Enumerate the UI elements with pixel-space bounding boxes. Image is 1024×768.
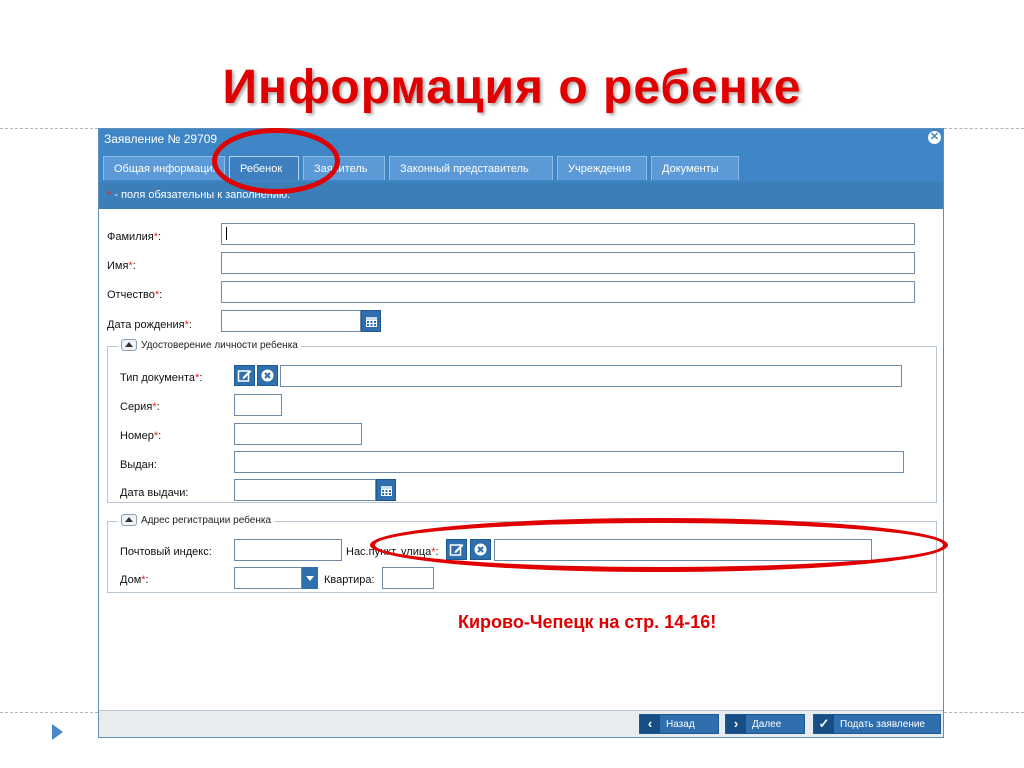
issued-by-input[interactable] bbox=[234, 451, 904, 473]
collapse-icon[interactable] bbox=[121, 514, 137, 526]
divider-bottom-left bbox=[0, 712, 98, 713]
house-select[interactable] bbox=[234, 567, 302, 589]
patronymic-label: Отчество*: bbox=[107, 289, 163, 301]
calendar-icon[interactable] bbox=[376, 479, 396, 501]
address-fieldset: Адрес регистрации ребенка Почтовый индек… bbox=[107, 514, 937, 593]
divider-right bbox=[944, 128, 1024, 129]
number-input[interactable] bbox=[234, 423, 362, 445]
tab-child[interactable]: Ребенок bbox=[229, 156, 299, 180]
chevron-down-icon[interactable] bbox=[302, 567, 318, 589]
dialog-footer: ‹ Назад › Далее ✓ Подать заявление bbox=[99, 710, 943, 737]
tab-applicant[interactable]: Заявитель bbox=[303, 156, 385, 180]
slide-title: Информация о ребенке bbox=[222, 61, 802, 114]
identity-fieldset: Удостоверение личности ребенка Тип докум… bbox=[107, 339, 937, 503]
slide-bullet-icon bbox=[52, 724, 63, 740]
chevron-right-icon: › bbox=[726, 715, 746, 733]
required-star: * bbox=[107, 189, 112, 201]
dialog-title-bar: Заявление № 29709 ✕ bbox=[99, 129, 943, 149]
address-legend[interactable]: Адрес регистрации ребенка bbox=[118, 514, 275, 526]
required-note-text: - поля обязательны к заполнению. bbox=[114, 189, 291, 201]
birthdate-input[interactable] bbox=[221, 310, 361, 332]
collapse-icon[interactable] bbox=[121, 339, 137, 351]
tab-general-info[interactable]: Общая информация bbox=[103, 156, 225, 180]
dialog-title: Заявление № 29709 bbox=[104, 132, 218, 146]
postal-code-input[interactable] bbox=[234, 539, 342, 561]
calendar-icon[interactable] bbox=[361, 310, 381, 332]
apartment-input[interactable] bbox=[382, 567, 434, 589]
name-label: Имя*: bbox=[107, 260, 136, 272]
slide-note: Кирово-Чепецк на стр. 14-16! bbox=[458, 612, 717, 632]
surname-label: Фамилия*: bbox=[107, 231, 162, 243]
application-dialog: Заявление № 29709 ✕ Общая информация Реб… bbox=[98, 128, 944, 738]
locality-input[interactable] bbox=[494, 539, 872, 561]
issue-date-label: Дата выдачи: bbox=[120, 487, 189, 499]
next-button[interactable]: › Далее bbox=[725, 714, 805, 734]
submit-button[interactable]: ✓ Подать заявление bbox=[813, 714, 941, 734]
identity-legend[interactable]: Удостоверение личности ребенка bbox=[118, 339, 301, 351]
issue-date-input[interactable] bbox=[234, 479, 376, 501]
chevron-left-icon: ‹ bbox=[640, 715, 660, 733]
divider-left bbox=[0, 128, 98, 129]
postal-code-label: Почтовый индекс: bbox=[120, 546, 212, 558]
tab-institutions[interactable]: Учреждения bbox=[557, 156, 647, 180]
check-circle-icon: ✓ bbox=[814, 715, 834, 733]
clear-icon[interactable] bbox=[257, 365, 278, 386]
back-button[interactable]: ‹ Назад bbox=[639, 714, 719, 734]
name-input[interactable] bbox=[221, 252, 915, 274]
surname-input[interactable] bbox=[221, 223, 915, 245]
edit-icon[interactable] bbox=[234, 365, 255, 386]
apartment-label: Квартира: bbox=[324, 574, 375, 586]
patronymic-input[interactable] bbox=[221, 281, 915, 303]
doc-type-input[interactable] bbox=[280, 365, 902, 387]
close-icon[interactable]: ✕ bbox=[928, 131, 941, 144]
required-fields-note: * - поля обязательны к заполнению. bbox=[99, 182, 943, 209]
number-label: Номер*: bbox=[120, 430, 162, 442]
text-cursor bbox=[226, 227, 227, 240]
divider-bottom-right bbox=[944, 712, 1024, 713]
clear-icon[interactable] bbox=[470, 539, 491, 560]
child-form: Фамилия*: Имя*: Отчество*: Дата рождения… bbox=[99, 209, 943, 711]
series-input[interactable] bbox=[234, 394, 282, 416]
edit-icon[interactable] bbox=[446, 539, 467, 560]
doc-type-label: Тип документа*: bbox=[120, 372, 203, 384]
series-label: Серия*: bbox=[120, 401, 160, 413]
locality-label: Нас.пункт, улица*: bbox=[346, 546, 439, 558]
tab-strip: Общая информация Ребенок Заявитель Закон… bbox=[99, 149, 943, 182]
tab-legal-representative[interactable]: Законный представитель bbox=[389, 156, 553, 180]
issued-by-label: Выдан: bbox=[120, 459, 157, 471]
birthdate-label: Дата рождения*: bbox=[107, 319, 192, 331]
house-label: Дом*: bbox=[120, 574, 149, 586]
tab-documents[interactable]: Документы bbox=[651, 156, 739, 180]
